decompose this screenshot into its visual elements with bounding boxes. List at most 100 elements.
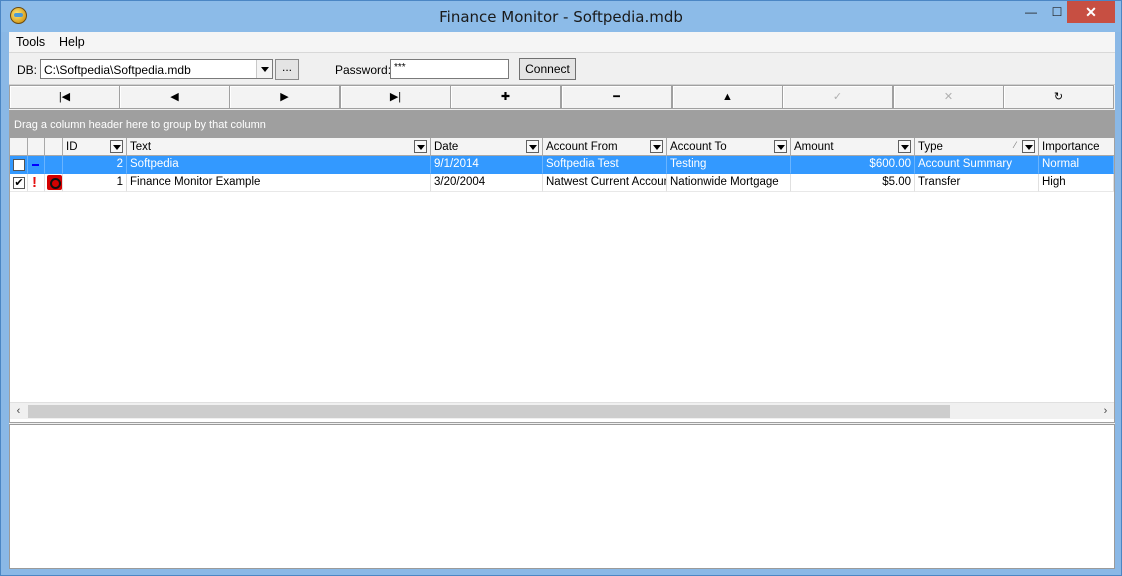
cell-amount-value: $600.00 [869,158,911,170]
first-record-icon: |◀ [58,91,71,103]
title-bar[interactable]: Finance Monitor - Softpedia.mdb — ☐ ✕ [1,1,1121,32]
menu-tools[interactable]: Tools [16,35,45,49]
row-check-cell [10,156,28,174]
row-priority-cell: ! [28,174,45,192]
header-importance[interactable]: Importance [1039,138,1114,156]
header-account-to[interactable]: Account To [667,138,791,156]
cell-text[interactable]: Softpedia [127,156,431,174]
cell-type-value: Account Summary [918,158,1012,170]
header-type[interactable]: Type ⁄ [915,138,1039,156]
menu-help[interactable]: Help [59,35,85,49]
cell-text[interactable]: Finance Monitor Example [127,174,431,192]
nav-first-button[interactable]: |◀ [9,85,120,109]
cell-date[interactable]: 3/20/2004 [431,174,543,192]
header-amount[interactable]: Amount [791,138,915,156]
scrollbar-thumb[interactable] [28,405,950,418]
nav-refresh-button[interactable]: ↻ [1003,85,1114,109]
cell-id[interactable]: 1 [63,174,127,192]
cell-id-value: 2 [116,158,123,170]
group-by-panel[interactable]: Drag a column header here to group by th… [10,111,1114,138]
cell-account-from[interactable]: Softpedia Test [543,156,667,174]
nav-prior-button[interactable]: ◀ [119,85,230,109]
header-text[interactable]: Text [127,138,431,156]
minimize-button[interactable]: — [1017,1,1045,23]
cell-account-to[interactable]: Testing [667,156,791,174]
horizontal-scrollbar[interactable]: ‹ › [10,402,1114,419]
cell-amount[interactable]: $5.00 [791,174,915,192]
db-label: DB: [17,63,38,77]
row-flag-cell [45,174,63,192]
cell-text-value: Softpedia [130,158,179,170]
row-flag-cell [45,156,63,174]
header-priority-column[interactable] [28,138,45,156]
cell-importance[interactable]: Normal [1039,156,1114,174]
cell-importance-value: High [1042,176,1066,188]
db-path-value: C:\Softpedia\Softpedia.mdb [44,63,191,77]
plus-icon: ✚ [500,91,511,103]
row-checkbox[interactable] [13,159,25,171]
filter-dropdown-icon[interactable] [774,140,787,153]
header-label: Date [434,141,459,153]
nav-last-button[interactable]: ▶| [340,85,451,109]
menu-bar: Tools Help [9,32,1115,52]
scroll-right-icon[interactable]: › [1097,403,1114,420]
check-icon: ✓ [832,91,843,103]
cell-amount-value: $5.00 [882,176,911,188]
scroll-left-icon[interactable]: ‹ [10,403,27,420]
filter-dropdown-icon[interactable] [526,140,539,153]
nav-delete-button[interactable]: ━ [561,85,672,109]
header-label: Amount [794,141,834,153]
nav-cancel-button[interactable]: ✕ [893,85,1004,109]
group-by-hint: Drag a column header here to group by th… [14,119,266,131]
nav-edit-button[interactable]: ▲ [672,85,783,109]
chevron-down-icon[interactable] [256,60,272,78]
cell-account-to[interactable]: Nationwide Mortgage [667,174,791,192]
cell-id[interactable]: 2 [63,156,127,174]
browse-button[interactable]: ... [275,59,299,80]
cell-text-value: Finance Monitor Example [130,176,261,188]
grid-header: ID Text Date Account From Account To Amo… [10,138,1114,156]
cell-date[interactable]: 9/1/2014 [431,156,543,174]
cell-type[interactable]: Transfer [915,174,1039,192]
close-button[interactable]: ✕ [1067,1,1115,23]
cell-type[interactable]: Account Summary [915,156,1039,174]
header-label: Importance [1042,141,1100,153]
filter-dropdown-icon[interactable] [898,140,911,153]
connect-button[interactable]: Connect [519,58,576,80]
cell-importance[interactable]: High [1039,174,1114,192]
cell-account-to-value: Nationwide Mortgage [670,176,779,188]
filter-dropdown-icon[interactable] [1022,140,1035,153]
connection-bar: DB: C:\Softpedia\Softpedia.mdb ... Passw… [9,52,1115,84]
cell-account-from[interactable]: Natwest Current Account [543,174,667,192]
header-id[interactable]: ID [63,138,127,156]
transactions-grid: Drag a column header here to group by th… [9,110,1115,423]
cell-amount[interactable]: $600.00 [791,156,915,174]
db-path-combo[interactable]: C:\Softpedia\Softpedia.mdb [40,59,273,79]
header-label: ID [66,141,78,153]
filter-dropdown-icon[interactable] [650,140,663,153]
table-row[interactable]: ✔ ! 1 Finance Monitor Example 3/20/2004 … [10,174,1114,192]
header-flag-column[interactable] [45,138,63,156]
header-label: Account From [546,141,618,153]
x-icon: ✕ [943,91,954,103]
header-date[interactable]: Date [431,138,543,156]
priority-high-icon: ! [32,174,37,191]
row-checkbox[interactable]: ✔ [13,177,25,189]
nav-next-button[interactable]: ▶ [229,85,340,109]
cell-account-from-value: Natwest Current Account [546,176,667,188]
filter-dropdown-icon[interactable] [110,140,123,153]
filter-dropdown-icon[interactable] [414,140,427,153]
minus-icon: ━ [613,91,620,103]
detail-panel[interactable] [9,424,1115,569]
table-row[interactable]: 2 Softpedia 9/1/2014 Softpedia Test Test… [10,156,1114,174]
nav-post-button[interactable]: ✓ [782,85,893,109]
cell-date-value: 3/20/2004 [434,176,486,188]
client-area: Tools Help DB: C:\Softpedia\Softpedia.md… [9,32,1115,569]
record-navigator: |◀ ◀ ▶ ▶| ✚ ━ ▲ ✓ ✕ ↻ [9,84,1115,109]
up-triangle-icon: ▲ [722,91,733,103]
nav-insert-button[interactable]: ✚ [450,85,561,109]
password-field[interactable]: *** [390,59,509,79]
header-check-column[interactable] [10,138,28,156]
header-account-from[interactable]: Account From [543,138,667,156]
password-label: Password: [335,63,392,77]
